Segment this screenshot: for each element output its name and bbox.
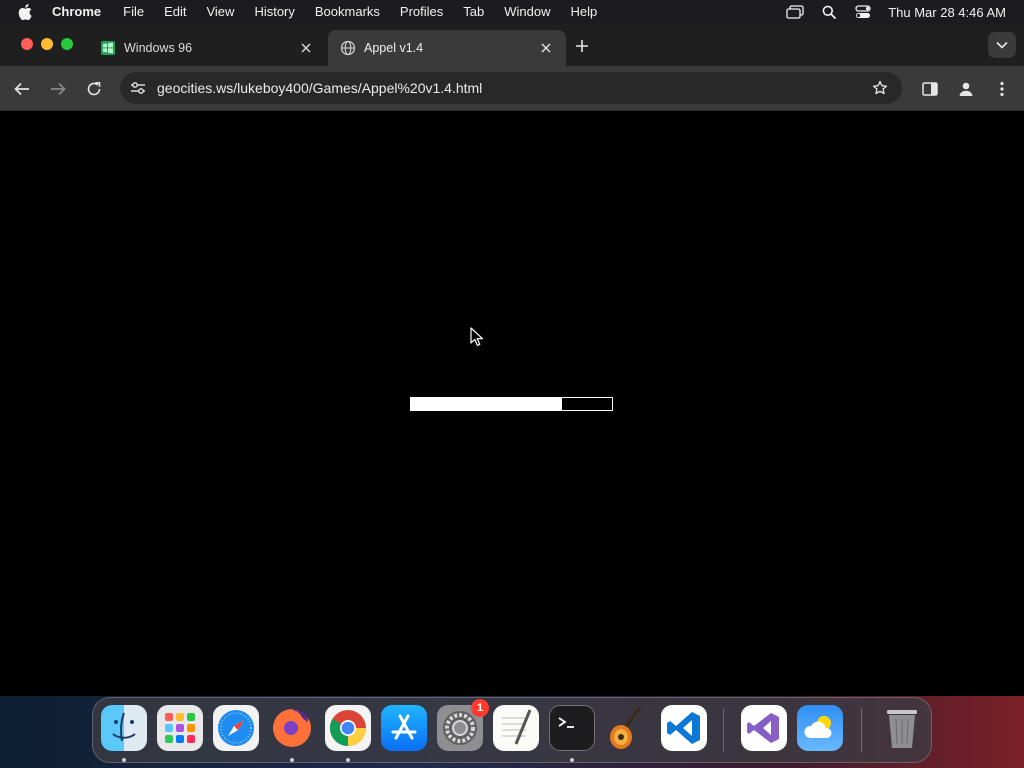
tab-title: Windows 96 [124, 41, 193, 55]
address-bar[interactable]: geocities.ws/lukeboy400/Games/Appel%20v1… [120, 72, 902, 104]
running-indicator [122, 758, 126, 762]
page-viewport[interactable] [0, 111, 1024, 696]
running-indicator [570, 758, 574, 762]
site-info-tune-icon[interactable] [126, 76, 150, 100]
garageband-icon[interactable] [605, 705, 651, 751]
side-panel-icon[interactable] [918, 77, 942, 101]
back-arrow-icon[interactable] [10, 77, 34, 101]
more-menu-kebab-icon[interactable] [990, 77, 1014, 101]
screen-mirroring-icon[interactable] [786, 3, 804, 21]
vscode-icon[interactable] [661, 705, 707, 751]
menu-file[interactable]: File [123, 0, 144, 24]
url-text[interactable]: geocities.ws/lukeboy400/Games/Appel%20v1… [157, 80, 868, 96]
notification-badge: 1 [471, 699, 489, 717]
safari-icon[interactable] [213, 705, 259, 751]
launchpad-icon[interactable] [157, 705, 203, 751]
tab-strip: Windows 96 Appel v1.4 [0, 24, 1024, 66]
menu-tab[interactable]: Tab [463, 0, 484, 24]
tab-title: Appel v1.4 [364, 41, 424, 55]
apple-menu-icon[interactable] [16, 0, 34, 24]
running-indicator [346, 758, 350, 762]
windows96-favicon-icon [100, 40, 116, 56]
menu-history[interactable]: History [254, 0, 294, 24]
menu-window[interactable]: Window [504, 0, 550, 24]
dock: 1 [92, 697, 932, 763]
menu-help[interactable]: Help [571, 0, 598, 24]
tab-appel[interactable]: Appel v1.4 [328, 30, 566, 66]
menu-app-name[interactable]: Chrome [52, 0, 101, 24]
chrome-icon[interactable] [325, 705, 371, 751]
window-zoom-button[interactable] [61, 38, 73, 50]
menu-bookmarks[interactable]: Bookmarks [315, 0, 380, 24]
system-settings-icon[interactable]: 1 [437, 699, 489, 751]
tab-windows-96[interactable]: Windows 96 [88, 30, 326, 66]
trash-icon[interactable] [879, 705, 925, 751]
menu-bar: Chrome File Edit View History Bookmarks … [0, 0, 1024, 24]
new-tab-icon[interactable] [572, 36, 592, 56]
app-store-icon[interactable] [381, 705, 427, 751]
weather-icon[interactable] [797, 705, 843, 751]
running-indicator [290, 758, 294, 762]
visual-studio-icon[interactable] [741, 705, 787, 751]
profile-avatar-icon[interactable] [954, 77, 978, 101]
browser-toolbar: geocities.ws/lukeboy400/Games/Appel%20v1… [0, 66, 1024, 111]
firefox-icon[interactable] [269, 705, 315, 751]
close-tab-icon[interactable] [298, 40, 314, 56]
control-center-icon[interactable] [854, 3, 872, 21]
globe-favicon-icon [340, 40, 356, 56]
forward-arrow-icon[interactable] [46, 77, 70, 101]
menu-profiles[interactable]: Profiles [400, 0, 443, 24]
search-icon[interactable] [820, 3, 838, 21]
menubar-clock[interactable]: Thu Mar 28 4:46 AM [888, 5, 1006, 20]
menu-view[interactable]: View [206, 0, 234, 24]
bookmark-star-icon[interactable] [868, 76, 892, 100]
terminal-icon[interactable] [549, 705, 595, 751]
loading-progress-fill [411, 398, 562, 410]
mouse-cursor-icon [470, 327, 483, 346]
close-tab-icon[interactable] [538, 40, 554, 56]
loading-progress-bar [410, 397, 613, 411]
dock-separator [861, 708, 862, 752]
window-close-button[interactable] [21, 38, 33, 50]
textedit-icon[interactable] [493, 705, 539, 751]
dock-separator [723, 708, 724, 752]
window-minimize-button[interactable] [41, 38, 53, 50]
tab-search-chevron-icon[interactable] [988, 32, 1016, 58]
menu-edit[interactable]: Edit [164, 0, 186, 24]
finder-icon[interactable] [101, 705, 147, 751]
reload-icon[interactable] [82, 77, 106, 101]
